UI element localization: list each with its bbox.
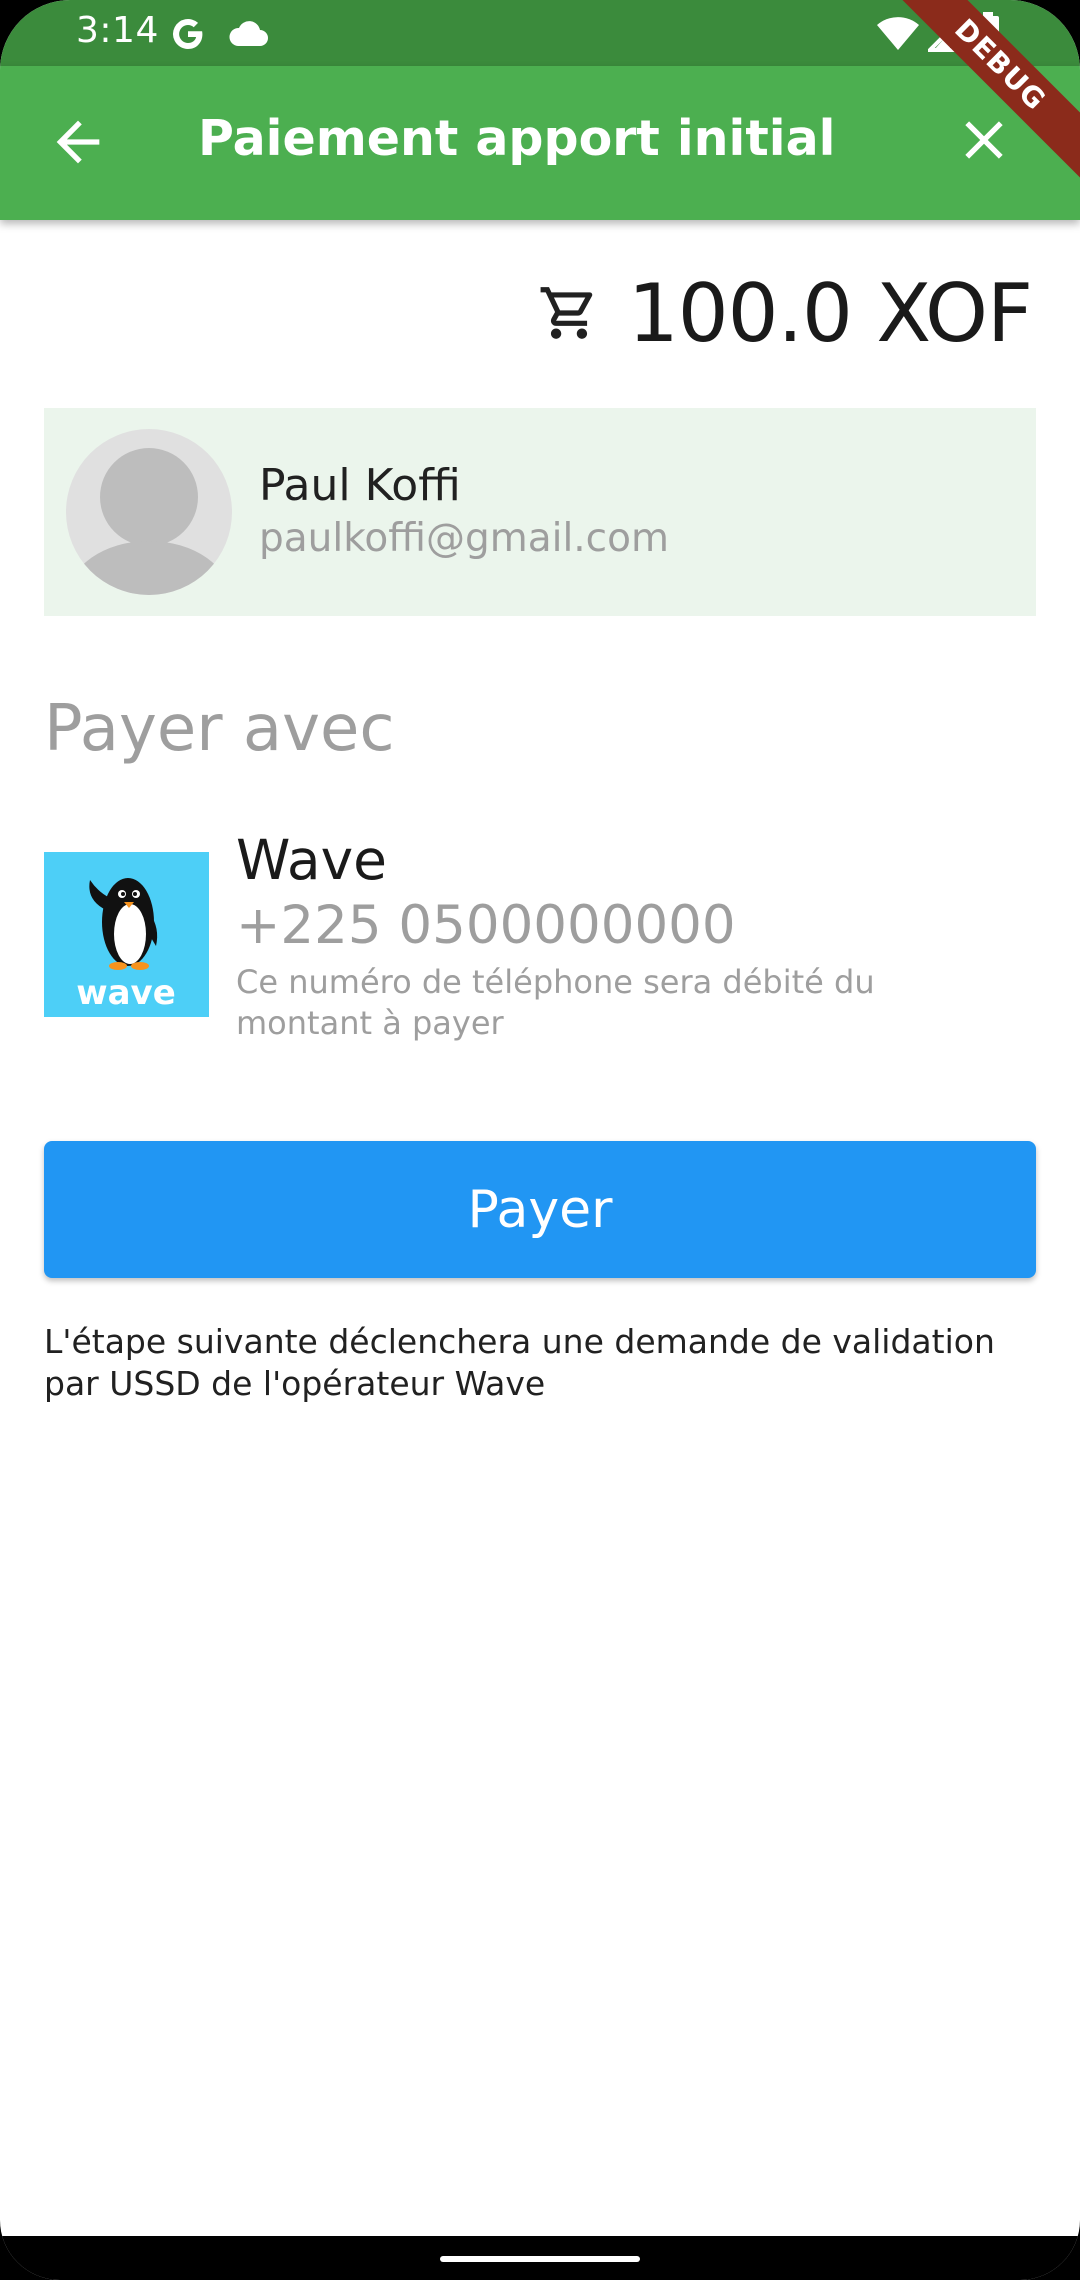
app-bar: Paiement apport initial	[0, 66, 1080, 220]
user-email: paulkoffi@gmail.com	[259, 516, 669, 561]
wifi-icon	[877, 17, 919, 50]
amount-value: 100.0 XOF	[627, 266, 1033, 360]
payment-phone: +225 0500000000	[236, 895, 736, 956]
phone-screen: 3:14 Paiement apport initial DEBUG 100.0…	[0, 0, 1080, 2280]
pay-with-heading: Payer avec	[44, 692, 395, 766]
google-icon	[173, 19, 203, 49]
amount-row: 100.0 XOF	[538, 266, 1033, 360]
user-card: Paul Koffi paulkoffi@gmail.com	[44, 408, 1036, 616]
cloud-icon	[229, 21, 268, 46]
status-time: 3:14	[76, 10, 159, 51]
cart-icon	[540, 287, 593, 339]
back-button[interactable]	[46, 110, 110, 174]
close-icon	[965, 121, 1003, 159]
person-placeholder-icon	[67, 448, 231, 595]
payment-method-name: Wave	[236, 828, 387, 892]
navigation-bar	[0, 2236, 1080, 2280]
arrow-back-icon	[56, 120, 100, 164]
user-name: Paul Koffi	[259, 460, 461, 511]
payment-note: Ce numéro de téléphone sera débité du mo…	[236, 963, 875, 1042]
wave-logo-text: wave	[76, 973, 176, 1013]
avatar	[66, 429, 232, 595]
close-button[interactable]	[952, 108, 1016, 172]
penguin-icon: wave	[76, 878, 176, 1013]
home-handle[interactable]	[440, 2256, 640, 2262]
page-title: Paiement apport initial	[198, 110, 836, 167]
pay-button[interactable]: Payer	[44, 1141, 1036, 1278]
ussd-info-text: L'étape suivante déclenchera une demande…	[44, 1322, 995, 1403]
wave-logo: wave	[44, 852, 209, 1017]
